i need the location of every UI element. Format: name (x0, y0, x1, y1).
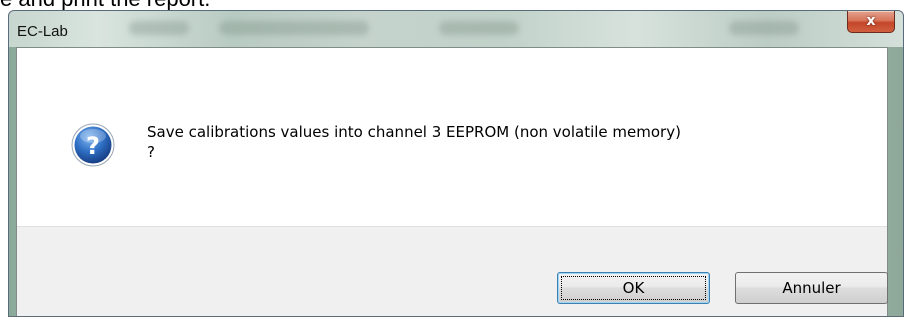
ok-button[interactable]: OK (557, 272, 710, 304)
title-bar[interactable]: EC-Lab x (9, 11, 903, 47)
ok-button-label: OK (622, 279, 645, 297)
svg-text:?: ? (86, 132, 100, 160)
cancel-button-label: Annuler (782, 279, 841, 297)
question-icon: ? (71, 123, 115, 167)
close-icon: x (866, 13, 876, 29)
button-bar: OK Annuler (17, 226, 888, 316)
message-dialog: EC-Lab x ? Save calibrations values into… (8, 10, 904, 317)
dialog-message: Save calibrations values into channel 3 … (147, 122, 847, 162)
message-line-2: ? (147, 143, 155, 161)
message-line-1: Save calibrations values into channel 3 … (147, 123, 681, 141)
close-button[interactable]: x (847, 11, 895, 33)
cancel-button[interactable]: Annuler (735, 272, 888, 304)
window-title: EC-Lab (17, 23, 68, 40)
dialog-client-area: ? Save calibrations values into channel … (16, 47, 888, 316)
message-area: ? Save calibrations values into channel … (17, 48, 887, 226)
